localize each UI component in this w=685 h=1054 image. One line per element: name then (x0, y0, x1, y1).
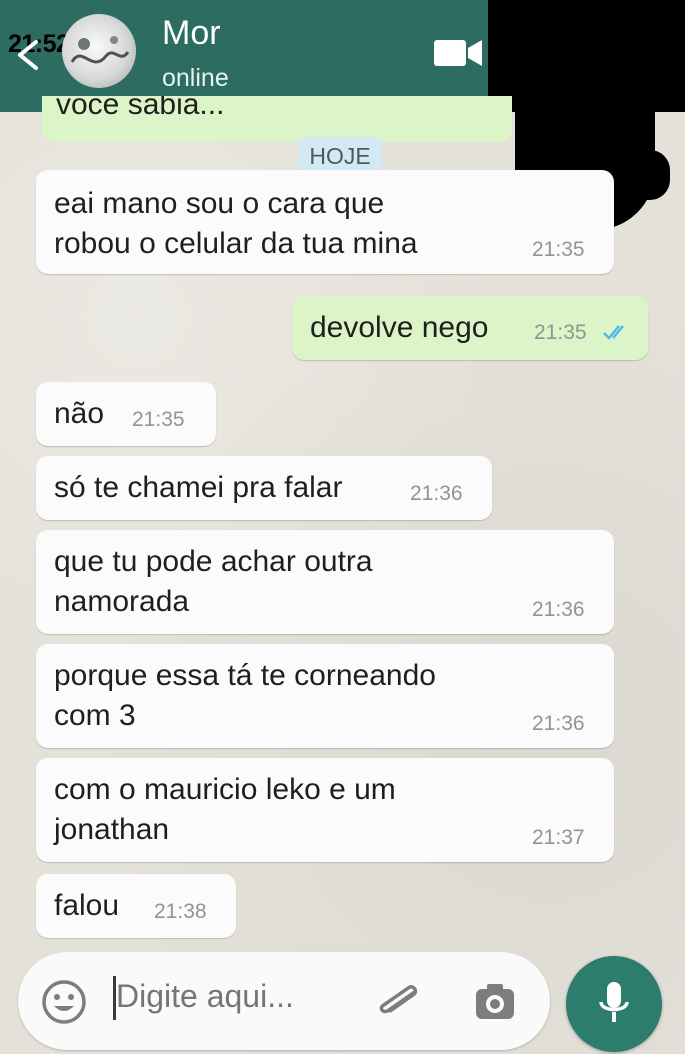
message-bubble-incoming[interactable]: falou 21:38 (36, 874, 236, 938)
message-time: 21:35 (132, 408, 185, 431)
read-ticks-icon (603, 325, 624, 340)
previous-message-fragment: voce sabia... (42, 96, 512, 142)
message-text: só te chamei pra falar (54, 471, 343, 504)
mic-icon (599, 982, 629, 1022)
message-time: 21:36 (532, 598, 585, 621)
message-time: 21:36 (532, 712, 585, 735)
redaction-mark (488, 0, 685, 112)
message-bubble-incoming[interactable]: não 21:35 (36, 382, 216, 446)
message-text: falou (54, 889, 120, 922)
message-bubble-incoming[interactable]: que tu pode achar outra namorada 21:36 (36, 530, 614, 634)
back-arrow-icon[interactable] (14, 38, 40, 72)
video-call-icon[interactable] (432, 36, 484, 70)
attach-icon[interactable] (372, 978, 424, 1026)
emoji-icon[interactable] (40, 978, 88, 1026)
avatar-image (70, 36, 130, 64)
contact-avatar[interactable] (62, 14, 136, 88)
contact-name[interactable]: Mor (162, 14, 221, 53)
message-text: não (54, 397, 105, 430)
message-text: que tu pode achar outra namorada (54, 545, 373, 618)
message-bubble-incoming[interactable]: porque essa tá te corneando com 3 21:36 (36, 644, 614, 748)
message-text: com o mauricio leko e um jonathan (54, 773, 396, 846)
message-text: devolve nego (310, 311, 489, 344)
message-bubble-outgoing[interactable]: devolve nego 21:35 (292, 296, 648, 360)
message-text: porque essa tá te corneando com 3 (54, 659, 436, 732)
message-time: 21:35 (532, 238, 585, 261)
message-bubble-incoming[interactable]: eai mano sou o cara que robou o celular … (36, 170, 614, 274)
message-time: 21:38 (154, 900, 207, 923)
message-composer (18, 952, 550, 1050)
camera-icon[interactable] (473, 982, 517, 1022)
mic-button[interactable] (566, 956, 662, 1052)
message-bubble-incoming[interactable]: só te chamei pra falar 21:36 (36, 456, 492, 520)
message-input[interactable] (116, 978, 346, 1015)
contact-status: online (162, 64, 229, 92)
previous-message-text: voce sabia... (56, 96, 225, 121)
message-time: 21:35 (534, 321, 587, 344)
message-bubble-incoming[interactable]: com o mauricio leko e um jonathan 21:37 (36, 758, 614, 862)
message-time: 21:36 (410, 482, 463, 505)
message-text: eai mano sou o cara que robou o celular … (54, 187, 418, 260)
message-time: 21:37 (532, 826, 585, 849)
